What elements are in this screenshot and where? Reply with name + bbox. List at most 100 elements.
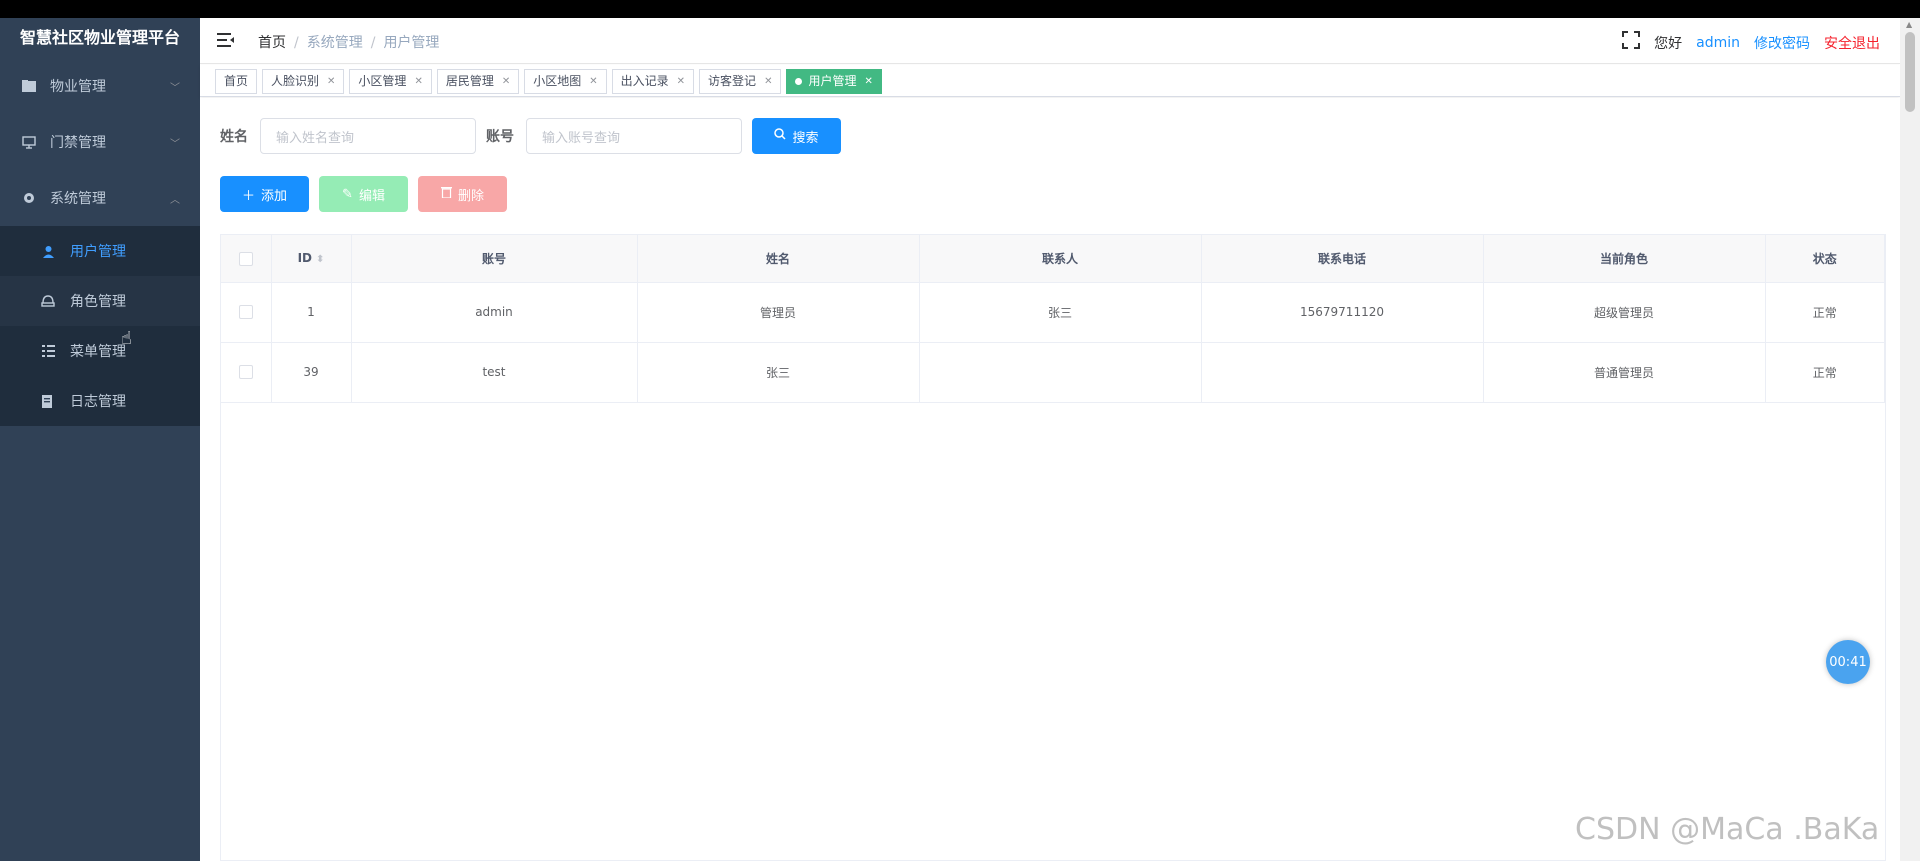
search-icon xyxy=(774,128,787,144)
column-header-label: ID xyxy=(297,251,313,266)
mouse-cursor-icon: ☝ xyxy=(121,328,132,349)
search-form: 姓名 输入姓名查询 账号 输入账号查询 搜索 xyxy=(220,118,841,154)
change-password-link[interactable]: 修改密码 xyxy=(1754,33,1810,53)
column-header-contact: 联系人 xyxy=(919,235,1202,283)
close-icon[interactable]: ✕ xyxy=(502,70,510,93)
name-placeholder: 输入姓名查询 xyxy=(276,130,355,146)
tag-home[interactable]: 首页 xyxy=(215,69,258,94)
delete-button[interactable]: 删除 xyxy=(418,176,507,212)
breadcrumb-home[interactable]: 首页 xyxy=(258,35,286,51)
top-black-bar xyxy=(0,0,1920,18)
breadcrumb-separator: / xyxy=(370,35,376,51)
close-icon[interactable]: ✕ xyxy=(677,70,685,93)
tags-list: 首页 人脸识别 ✕ 小区管理 ✕ 居民管理 ✕ 小区地图 ✕ 出入记录 ✕ 访客登记 ✕ 用… xyxy=(215,69,887,94)
search-button-label: 搜索 xyxy=(792,130,819,146)
submenu-item-label: 日志管理 xyxy=(70,394,126,410)
cell-phone: 15679711120 xyxy=(1201,282,1484,343)
close-icon[interactable]: ✕ xyxy=(414,70,422,93)
submenu-item-roles[interactable]: 角色管理 xyxy=(0,276,200,326)
tag-label: 人脸识别 xyxy=(271,74,320,88)
edit-button-label: 编辑 xyxy=(358,188,385,204)
tag-label: 小区管理 xyxy=(358,74,407,88)
delete-button-label: 删除 xyxy=(457,188,484,204)
page-scrollbar[interactable]: ▲ xyxy=(1900,18,1920,861)
column-header-id[interactable]: ID ⬍ xyxy=(271,235,352,283)
submenu-item-users[interactable]: 用户管理 xyxy=(0,226,200,276)
menu-item-system[interactable]: 系统管理 ︿ xyxy=(0,170,200,226)
scroll-up-arrow-icon[interactable]: ▲ xyxy=(1906,20,1912,29)
close-icon[interactable]: ✕ xyxy=(864,70,872,93)
tag-label: 首页 xyxy=(224,74,249,88)
tags-view: 首页 人脸识别 ✕ 小区管理 ✕ 居民管理 ✕ 小区地图 ✕ 出入记录 ✕ 访客登记 ✕ 用… xyxy=(200,65,1900,97)
folder-icon xyxy=(20,80,38,92)
cell-id: 39 xyxy=(271,342,352,403)
tag-face-recognition[interactable]: 人脸识别 ✕ xyxy=(262,69,345,94)
edit-button[interactable]: ✎ 编辑 xyxy=(319,176,408,212)
submenu-item-label: 用户管理 xyxy=(70,244,126,260)
tag-access-records[interactable]: 出入记录 ✕ xyxy=(611,69,695,94)
row-checkbox[interactable] xyxy=(238,305,253,320)
scrollbar-thumb[interactable] xyxy=(1905,32,1915,112)
sidebar: 智慧社区物业管理平台 物业管理 ﹀ 门禁管理 ﹀ 系统管理 ︿ 用户管理 角色管… xyxy=(0,18,200,861)
username-link[interactable]: admin xyxy=(1696,35,1740,51)
hamburger-icon[interactable] xyxy=(217,31,235,52)
tag-map[interactable]: 小区地图 ✕ xyxy=(524,69,607,94)
monitor-icon xyxy=(20,135,38,149)
menu-item-property[interactable]: 物业管理 ﹀ xyxy=(0,58,200,114)
tag-visitors[interactable]: 访客登记 ✕ xyxy=(699,69,782,94)
column-header-status: 状态 xyxy=(1765,235,1885,283)
close-icon[interactable]: ✕ xyxy=(764,70,772,93)
table-row[interactable]: 39 test 张三 普通管理员 正常 xyxy=(221,342,1885,403)
user-icon xyxy=(40,245,56,258)
fullscreen-icon[interactable] xyxy=(1622,31,1641,54)
header: 首页 / 系统管理 / 用户管理 您好 admin 修改密码 安全退出 xyxy=(200,18,1900,64)
cell-contact xyxy=(919,342,1202,403)
tag-label: 居民管理 xyxy=(445,74,494,88)
cell-phone xyxy=(1201,342,1484,403)
tag-community[interactable]: 小区管理 ✕ xyxy=(349,69,432,94)
column-header-account: 账号 xyxy=(351,235,638,283)
system-submenu: 用户管理 角色管理 菜单管理 日志管理 xyxy=(0,226,200,426)
add-button[interactable]: ＋ 添加 xyxy=(220,176,309,212)
cell-status: 正常 xyxy=(1765,282,1885,343)
submenu-item-logs[interactable]: 日志管理 xyxy=(0,376,200,426)
row-select-cell xyxy=(221,342,272,403)
tag-label: 出入记录 xyxy=(620,74,669,88)
chevron-down-icon: ﹀ xyxy=(170,138,180,150)
chevron-up-icon: ︿ xyxy=(170,194,180,206)
submenu-item-menus[interactable]: 菜单管理 xyxy=(0,326,200,376)
menu-item-label: 系统管理 xyxy=(50,191,106,207)
close-icon[interactable]: ✕ xyxy=(589,70,597,93)
select-all-cell xyxy=(221,235,272,283)
close-icon[interactable]: ✕ xyxy=(327,70,335,93)
edit-icon: ✎ xyxy=(342,186,353,202)
menu-item-access[interactable]: 门禁管理 ﹀ xyxy=(0,114,200,170)
column-header-name: 姓名 xyxy=(637,235,920,283)
search-button[interactable]: 搜索 xyxy=(752,118,841,154)
cell-account: admin xyxy=(351,282,638,343)
role-icon xyxy=(40,294,56,308)
main-content: 姓名 输入姓名查询 账号 输入账号查询 搜索 ＋ 添加 ✎ 编辑 删除 ID ⬍ 账号… xyxy=(200,98,1900,861)
recording-timer[interactable]: 00:41 xyxy=(1826,640,1870,684)
sort-icon[interactable]: ⬍ xyxy=(316,254,324,265)
cell-status: 正常 xyxy=(1765,342,1885,403)
name-search-input[interactable]: 输入姓名查询 xyxy=(260,118,476,154)
breadcrumb: 首页 / 系统管理 / 用户管理 xyxy=(258,32,439,52)
table-row[interactable]: 1 admin 管理员 张三 15679711120 超级管理员 正常 xyxy=(221,282,1885,343)
users-table: ID ⬍ 账号 姓名 联系人 联系电话 当前角色 状态 1 admin 管理员 张… xyxy=(220,234,1886,861)
menu-item-label: 门禁管理 xyxy=(50,135,106,151)
logout-link[interactable]: 安全退出 xyxy=(1824,33,1880,53)
row-checkbox[interactable] xyxy=(238,365,253,380)
header-right: 您好 admin 修改密码 安全退出 xyxy=(1608,31,1880,54)
row-select-cell xyxy=(221,282,272,343)
account-search-input[interactable]: 输入账号查询 xyxy=(526,118,742,154)
tag-residents[interactable]: 居民管理 ✕ xyxy=(436,69,520,94)
submenu-item-label: 角色管理 xyxy=(70,294,126,310)
select-all-checkbox[interactable] xyxy=(238,251,253,266)
breadcrumb-separator: / xyxy=(294,35,299,51)
app-logo: 智慧社区物业管理平台 xyxy=(19,28,180,47)
add-button-label: 添加 xyxy=(261,188,288,204)
tag-users[interactable]: 用户管理 ✕ xyxy=(786,69,882,94)
name-label: 姓名 xyxy=(220,129,248,145)
breadcrumb-current: 用户管理 xyxy=(383,35,440,51)
